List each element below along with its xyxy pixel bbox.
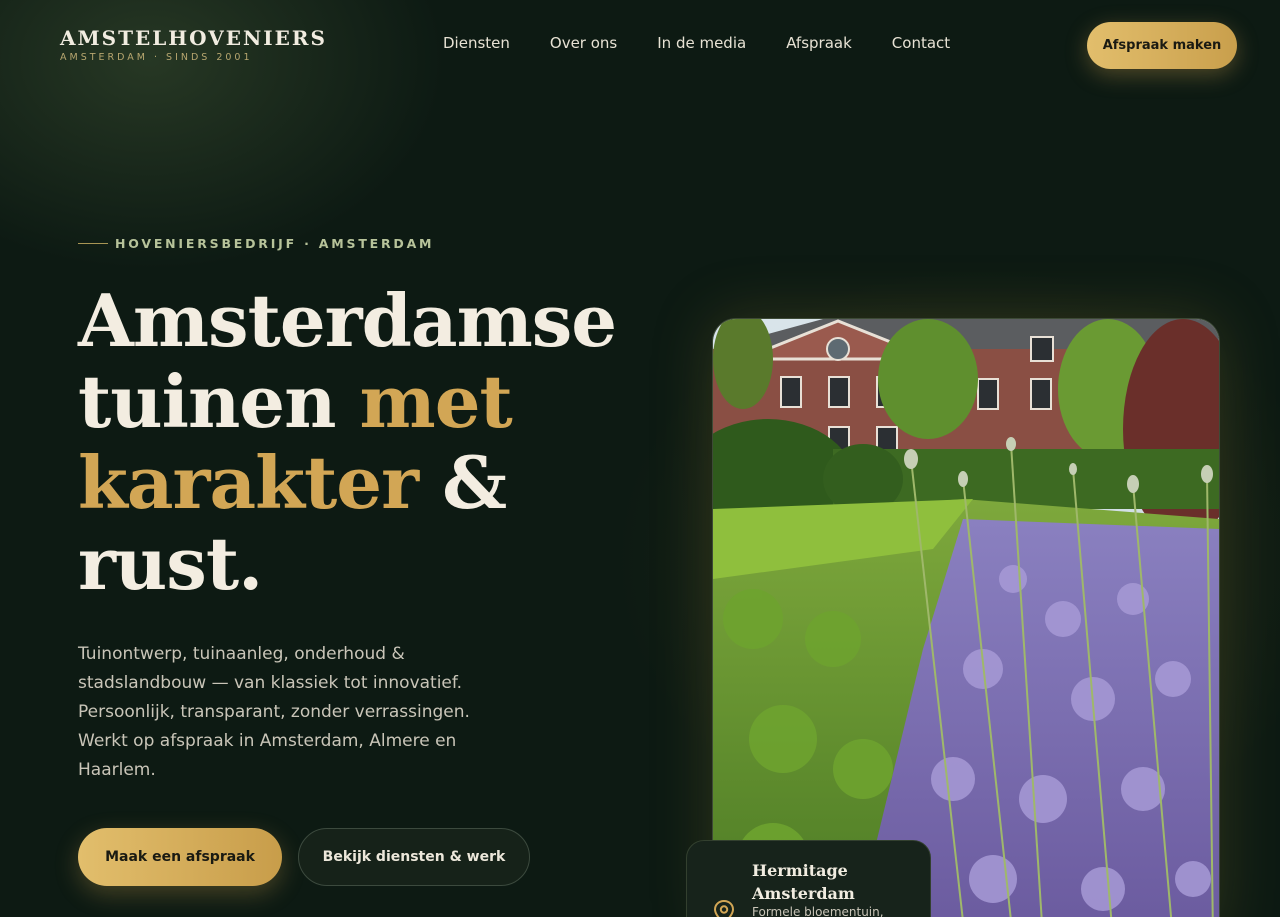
nav-link-afspraak[interactable]: Afspraak: [786, 33, 852, 53]
location-description: Formele bloementuin,: [752, 905, 884, 917]
headline-line-4: rust.: [78, 521, 263, 606]
brand-logo[interactable]: AMSTELHOVENIERS AMSTERDAM · SINDS 2001: [60, 27, 327, 64]
headline-line-3: karakter &: [78, 442, 638, 523]
headline-line-1: Amsterdamse: [78, 278, 617, 363]
headline-ampersand: &: [418, 440, 507, 525]
headline-word-met: met: [359, 359, 513, 444]
eyebrow-text: HOVENIERSBEDRIJF · AMSTERDAM: [115, 236, 435, 251]
nav-link-contact[interactable]: Contact: [892, 33, 950, 53]
brand-tagline: AMSTERDAM · SINDS 2001: [60, 52, 253, 63]
nav-link-diensten[interactable]: Diensten: [443, 33, 510, 53]
garden-photo: [712, 318, 1220, 917]
location-card[interactable]: Hermitage Amsterdam Formele bloementuin,: [686, 840, 931, 917]
make-appointment-button[interactable]: Maak een afspraak: [78, 828, 282, 886]
nav-link-in-de-media[interactable]: In de media: [657, 33, 746, 53]
eyebrow: HOVENIERSBEDRIJF · AMSTERDAM: [78, 236, 434, 251]
nav-link-over-ons[interactable]: Over ons: [550, 33, 617, 53]
hero-headline: Amsterdamse tuinen met karakter & rust.: [78, 280, 638, 604]
brand-name: AMSTELHOVENIERS: [60, 26, 327, 50]
headline-line-2: tuinen met: [78, 361, 638, 442]
main-nav: Diensten Over ons In de media Afspraak C…: [443, 33, 950, 53]
page: AMSTELHOVENIERS AMSTERDAM · SINDS 2001 D…: [0, 0, 1280, 917]
hero-lead: Tuinontwerp, tuinaanleg, onderhoud & sta…: [78, 644, 470, 780]
view-services-button[interactable]: Bekijk diensten & werk: [298, 828, 530, 886]
headline-word-karakter: karakter: [78, 440, 419, 525]
appointment-button[interactable]: Afspraak maken: [1087, 22, 1237, 69]
map-pin-icon: [713, 899, 735, 917]
eyebrow-line: [78, 243, 108, 244]
location-title: Hermitage Amsterdam: [752, 861, 855, 903]
headline-word-tuinen: tuinen: [78, 359, 360, 444]
